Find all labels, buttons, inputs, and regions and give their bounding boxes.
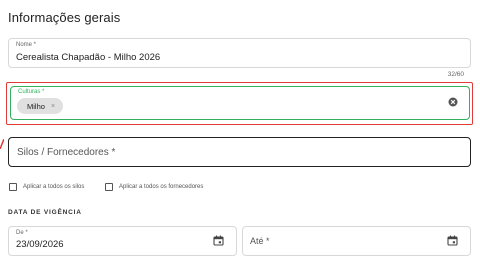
date-from-field[interactable]: De * 23/09/2026 xyxy=(8,226,237,256)
date-from-value[interactable]: 23/09/2026 xyxy=(16,239,64,250)
section-title: Informações gerais xyxy=(8,10,121,25)
culturas-field[interactable]: Culturas * Milho × xyxy=(10,86,470,120)
silos-placeholder: Silos / Fornecedores * xyxy=(17,147,116,158)
apply-all-silos-checkbox[interactable] xyxy=(9,183,17,191)
date-to-placeholder: Até * xyxy=(250,236,270,246)
nome-field[interactable]: Nome * Cerealista Chapadão - Milho 2026 xyxy=(8,38,471,68)
character-counter: 32/60 xyxy=(447,71,464,78)
apply-all-silos-option[interactable]: Aplicar a todos os silos xyxy=(9,183,84,191)
apply-all-fornecedores-option[interactable]: Aplicar a todos os fornecedores xyxy=(105,183,203,191)
chip-milho[interactable]: Milho × xyxy=(17,98,64,114)
date-from-label: De * xyxy=(16,230,28,236)
clear-icon[interactable] xyxy=(448,97,458,107)
vigencia-section-title: DATA DE VIGÊNCIA xyxy=(8,209,82,216)
culturas-label: Culturas * xyxy=(18,89,45,95)
calendar-icon[interactable] xyxy=(213,235,224,246)
chip-label: Milho xyxy=(27,101,45,111)
chip-remove-icon[interactable]: × xyxy=(51,103,55,110)
edge-mark xyxy=(0,139,4,149)
calendar-icon[interactable] xyxy=(447,235,458,246)
apply-all-silos-label: Aplicar a todos os silos xyxy=(23,184,85,190)
apply-all-fornecedores-checkbox[interactable] xyxy=(105,183,113,191)
apply-all-fornecedores-label: Aplicar a todos os fornecedores xyxy=(119,184,204,190)
silos-fornecedores-field[interactable]: Silos / Fornecedores * xyxy=(8,137,471,167)
nome-label: Nome * xyxy=(16,42,37,48)
nome-value[interactable]: Cerealista Chapadão - Milho 2026 xyxy=(16,52,160,63)
date-to-field[interactable]: Até * xyxy=(242,226,471,256)
